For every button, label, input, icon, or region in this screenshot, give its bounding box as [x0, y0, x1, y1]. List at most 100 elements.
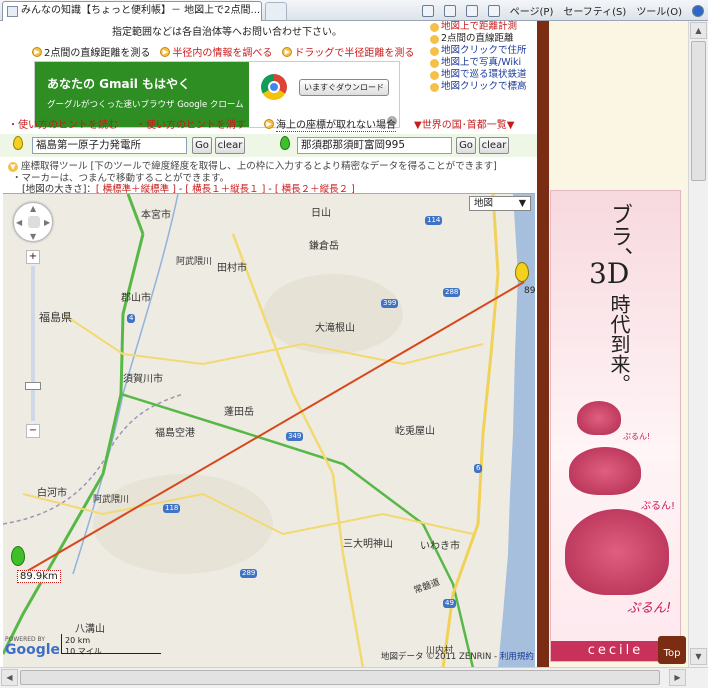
horizontal-scroll-thumb[interactable]	[20, 670, 660, 685]
pan-up-icon[interactable]: ▲	[30, 204, 36, 213]
hand-icon	[28, 216, 40, 228]
mail-icon	[465, 4, 478, 17]
page-divider	[537, 21, 549, 667]
help-button[interactable]	[692, 4, 704, 17]
bullet-icon	[430, 82, 439, 92]
route-shield: 399	[381, 299, 399, 308]
bra-image-medium	[569, 447, 641, 495]
zoom-slider-track[interactable]	[31, 266, 35, 421]
sea-coords-link[interactable]: ▶ 海上の座標が取れない場合	[264, 116, 396, 132]
place-label: 屹兎屋山	[395, 426, 435, 437]
scroll-left-icon[interactable]: ◀	[1, 669, 18, 686]
related-link[interactable]: 地図上で距離計測	[430, 21, 538, 33]
tools-menu[interactable]: ツール(O)	[636, 3, 682, 18]
radius-info-button[interactable]: ▶ 半径内の情報を調べる	[160, 44, 272, 59]
route-shield: 4	[127, 314, 136, 323]
distance-label: 89.9km	[17, 570, 61, 583]
bra-image-small	[577, 401, 621, 435]
pan-left-icon[interactable]: ◀	[16, 218, 22, 227]
ad-line2: 3D	[589, 257, 630, 290]
new-tab-button[interactable]	[265, 2, 287, 20]
to-input[interactable]: 那須郡那須町富岡995	[297, 137, 452, 154]
route-shield: 114	[425, 216, 443, 225]
scroll-up-icon[interactable]: ▲	[690, 22, 707, 39]
start-marker[interactable]	[11, 546, 25, 566]
rss-icon	[443, 4, 456, 17]
place-label: 須賀川市	[123, 374, 163, 385]
place-label: 阿武隈川	[93, 495, 130, 505]
from-go-button[interactable]: Go	[192, 137, 212, 154]
place-label: 大滝根山	[315, 323, 355, 334]
ad-puru: ぷるん!	[641, 501, 676, 512]
chrome-logo-icon	[261, 74, 287, 100]
route-shield: 289	[240, 569, 258, 578]
tab-title: みんなの知識【ちょっと便利帳】－ 地図上で2点間...	[21, 5, 261, 16]
bullet-icon	[430, 22, 439, 32]
terms-link[interactable]: 利用規約	[500, 652, 534, 662]
place-label: 蓬田岳	[224, 407, 254, 418]
zoom-in-button[interactable]: +	[26, 250, 40, 264]
bra-ad[interactable]: ブラ、 3D 時代到来。 ぷるん! ぷるん! ぷるん! cecile	[550, 190, 681, 662]
scroll-down-icon[interactable]: ▼	[690, 648, 707, 665]
hint-read-link[interactable]: ・使い方のヒントを読む	[8, 116, 118, 132]
print-button[interactable]	[487, 4, 500, 17]
vertical-scrollbar[interactable]: ▲ ▼	[688, 21, 708, 667]
to-clear-button[interactable]: clear	[479, 137, 509, 154]
bullet-icon	[430, 46, 439, 56]
related-link[interactable]: 地図上で写真/Wiki	[430, 57, 538, 69]
route-shield: 349	[286, 432, 304, 441]
browser-tab[interactable]: みんなの知識【ちょっと便利帳】－ 地図上で2点間...	[2, 1, 262, 21]
end-marker[interactable]	[515, 262, 529, 282]
related-link[interactable]: 地図クリックで住所	[430, 45, 538, 57]
scroll-right-icon[interactable]: ▶	[669, 669, 686, 686]
home-button[interactable]	[421, 4, 434, 17]
measure-line-button[interactable]: ▶ 2点間の直線距離を測る	[32, 44, 150, 59]
pan-control[interactable]: ▲ ▼ ◀ ▶	[13, 202, 53, 242]
place-label: 日山	[311, 208, 331, 219]
play-icon: ▶	[282, 46, 293, 57]
safety-menu[interactable]: セーフティ(S)	[563, 3, 626, 18]
command-bar: ページ(P) セーフティ(S) ツール(O)	[421, 2, 704, 19]
bullet-icon	[430, 58, 439, 68]
from-input[interactable]: 福島第一原子力発電所	[32, 137, 187, 154]
hint-hide-link[interactable]: ・使い方のヒントを消す	[136, 116, 246, 132]
end-distance: 89	[524, 286, 535, 296]
to-go-button[interactable]: Go	[456, 137, 476, 154]
pan-right-icon[interactable]: ▶	[44, 218, 50, 227]
marker-yellow-icon	[13, 136, 23, 150]
zoom-slider-thumb[interactable]	[25, 382, 41, 390]
mail-button[interactable]	[465, 4, 478, 17]
favicon-icon	[7, 6, 18, 17]
place-label: 白河市	[37, 488, 67, 499]
play-icon: ▶	[160, 46, 171, 57]
ad-download-button[interactable]: いますぐダウンロード	[299, 79, 389, 96]
vertical-scroll-thumb[interactable]	[691, 41, 706, 181]
map-copyright: 地図データ ©2011 ZENRIN - 利用規約	[381, 652, 534, 662]
related-link[interactable]: 地図クリックで標高	[430, 81, 538, 93]
pan-down-icon[interactable]: ▼	[30, 232, 36, 241]
google-logo: Google	[5, 642, 61, 658]
related-link[interactable]: 2点間の直線距離	[430, 33, 538, 45]
place-label: いわき市	[420, 541, 460, 552]
from-clear-button[interactable]: clear	[215, 137, 245, 154]
page-content: 指定範囲などは各自治体等へお問い合わせ下さい。 ▶ 2点間の直線距離を測る ▶ 半径…	[0, 21, 546, 667]
zoom-out-button[interactable]: −	[26, 424, 40, 438]
ad-puru: ぷるん!	[627, 601, 672, 616]
feeds-button[interactable]	[443, 4, 456, 17]
map-view[interactable]: 地図 ▼ ▲ ▼ ◀ ▶ + − 本宮市 日山 鎌倉岳 阿武隈川 田村市 郡山市 …	[3, 193, 535, 667]
ad-puru: ぷるん!	[623, 432, 651, 441]
map-type-select[interactable]: 地図 ▼	[469, 196, 531, 211]
top-button[interactable]: Top	[658, 636, 686, 664]
related-link[interactable]: 地図で巡る環状鉄道	[430, 69, 538, 81]
ad-line3: 時代到来。	[607, 294, 631, 394]
page-menu[interactable]: ページ(P)	[510, 3, 554, 18]
ad-headline: あなたの Gmail もはやく	[47, 77, 191, 91]
world-capitals-link[interactable]: ▼世界の国･首都一覧▼	[414, 116, 514, 132]
horizontal-scrollbar[interactable]: ◀ ▶	[0, 667, 708, 688]
route-shield: 118	[163, 504, 181, 513]
place-label: 福島空港	[155, 428, 195, 439]
bullet-icon	[430, 34, 439, 44]
place-label: 鎌倉岳	[309, 241, 339, 252]
drag-radius-button[interactable]: ▶ ドラッグで半径距離を測る	[282, 44, 414, 59]
place-label: 八溝山	[75, 624, 105, 635]
